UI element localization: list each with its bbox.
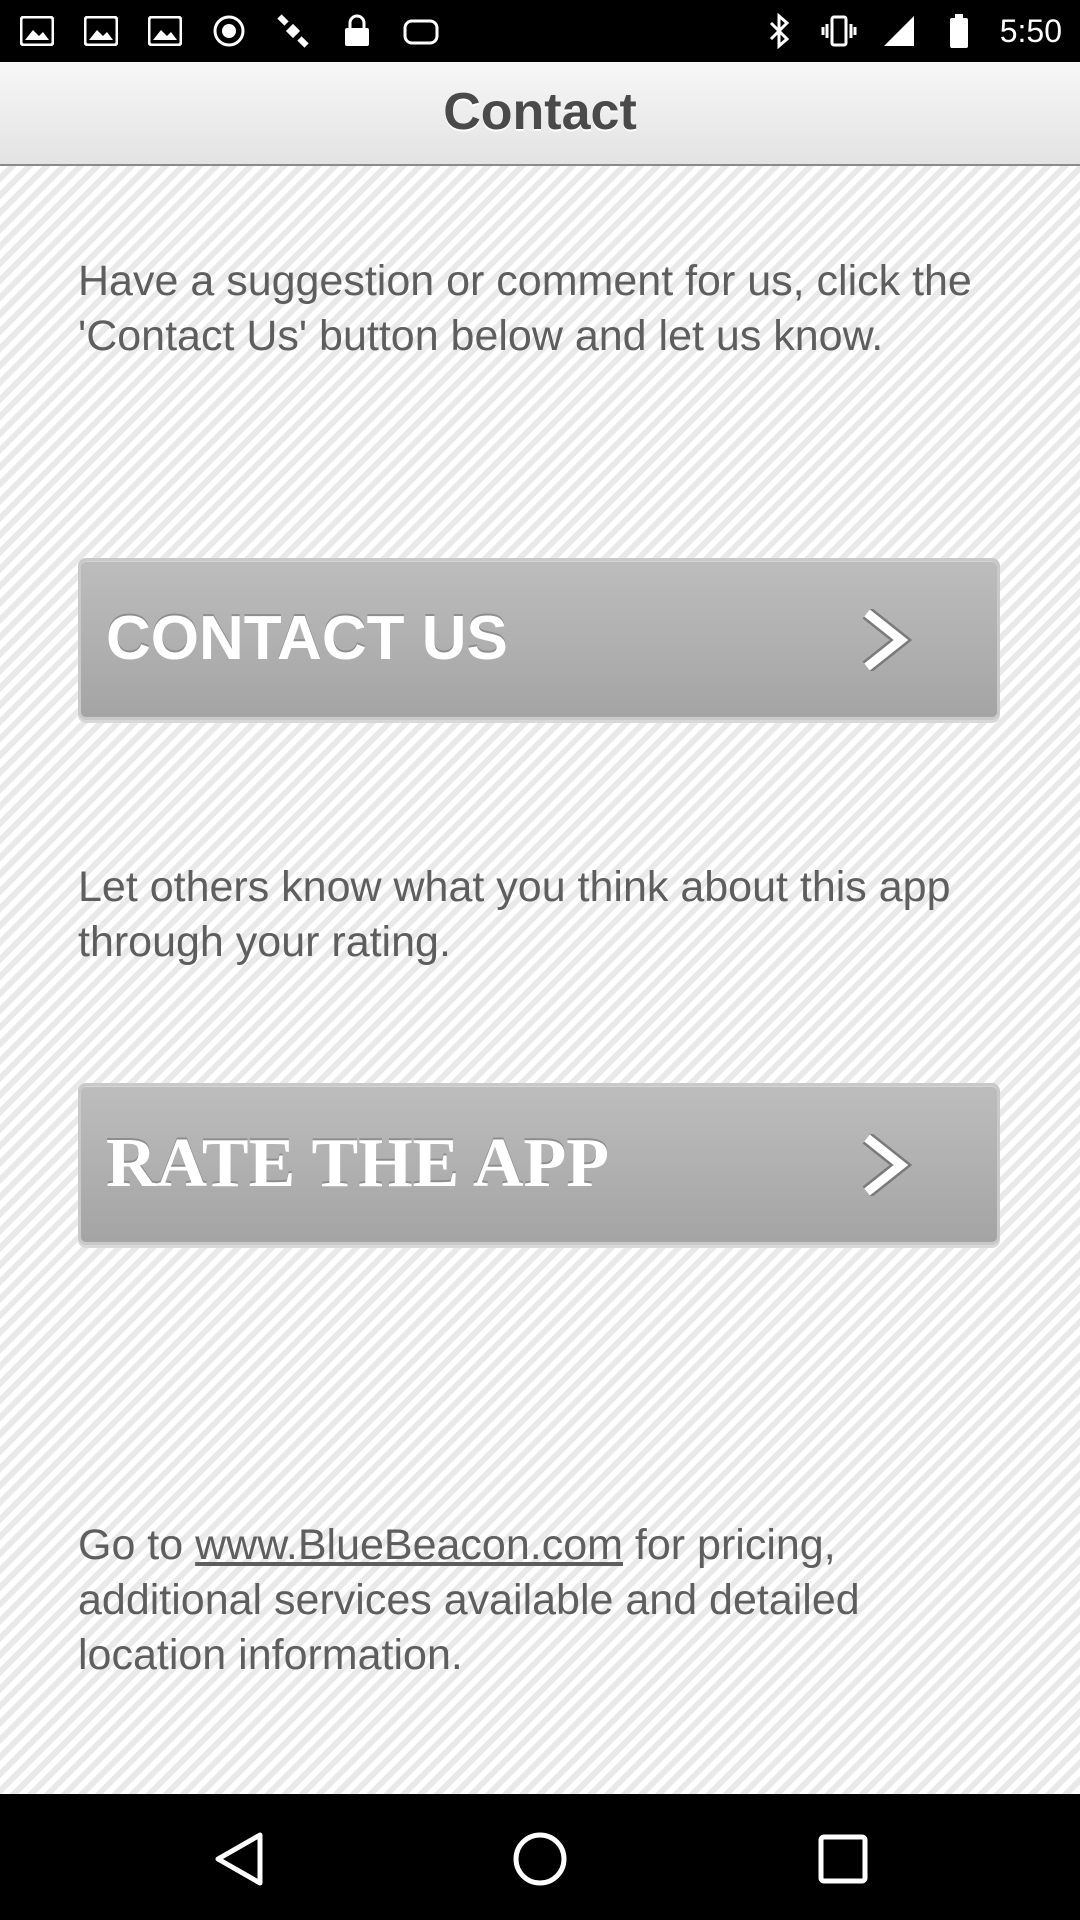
contact-us-button[interactable]: CONTACT US	[78, 558, 1000, 720]
footer-prefix: Go to	[78, 1521, 196, 1569]
system-icons: 5:50	[760, 10, 1062, 52]
image-icon	[146, 12, 184, 50]
signal-icon	[880, 12, 918, 50]
rate-the-app-label: RATE THE APP	[106, 1125, 610, 1202]
page-title: Contact	[443, 83, 637, 141]
bluetooth-icon	[760, 12, 798, 50]
notification-icons	[18, 10, 440, 52]
title-bar: Contact	[0, 62, 1080, 166]
navigation-bar	[0, 1794, 1080, 1920]
contact-us-label: CONTACT US	[106, 604, 508, 673]
bluebeacon-link[interactable]: www.BlueBeacon.com	[195, 1521, 623, 1569]
rate-the-app-button[interactable]: RATE THE APP	[78, 1083, 1000, 1245]
chevron-right-icon	[862, 609, 913, 671]
footer-text: Go to www.BlueBeacon.com for pricing, ad…	[78, 1518, 1008, 1683]
satellite-icon	[274, 12, 312, 50]
home-button[interactable]	[500, 1819, 580, 1899]
rating-text: Let others know what you think about thi…	[78, 863, 951, 966]
status-time: 5:50	[999, 12, 1062, 49]
cloud-icon	[402, 12, 440, 50]
intro-text: Have a suggestion or comment for us, cli…	[78, 257, 972, 360]
content-area: Have a suggestion or comment for us, cli…	[0, 166, 1080, 1794]
block-icon	[210, 12, 248, 50]
battery-icon	[940, 12, 978, 50]
screen: 5:50 Contact Have a suggestion or commen…	[0, 0, 1080, 1920]
status-bar: 5:50	[0, 0, 1080, 62]
back-button[interactable]	[200, 1819, 280, 1899]
recents-icon	[818, 1834, 868, 1884]
lock-icon	[338, 12, 376, 50]
image-icon	[18, 12, 56, 50]
vibrate-icon	[820, 12, 858, 50]
chevron-right-icon	[862, 1134, 913, 1196]
image-icon	[82, 12, 120, 50]
recents-button[interactable]	[803, 1819, 883, 1899]
back-icon	[215, 1832, 263, 1886]
home-icon	[513, 1832, 567, 1886]
